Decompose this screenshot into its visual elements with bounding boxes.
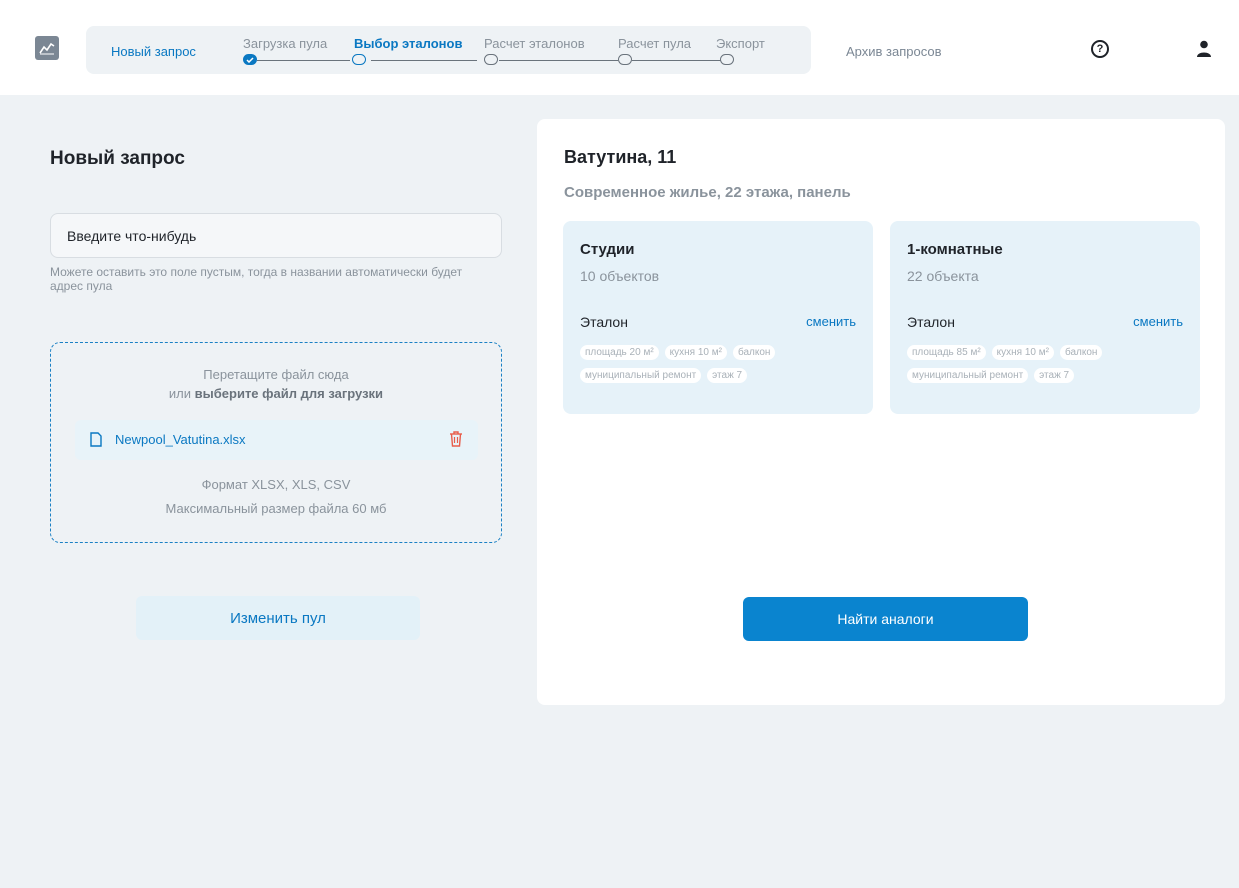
step-connector (632, 60, 725, 61)
pool-address: Ватутина, 11 (564, 147, 677, 167)
name-input-hint: Можете оставить это поле пустым, тогда в… (50, 265, 463, 293)
file-size-info: Максимальный размер файла 60 мб (165, 501, 387, 516)
app-header: Новый запрос Загрузка пула Выбор эталоно… (0, 0, 1239, 95)
tag-area: площадь 85 м² (907, 345, 986, 360)
etalon-label: Эталон (580, 314, 628, 330)
tag-floor: этаж 7 (1034, 368, 1075, 383)
dropzone-or-text: или (168, 386, 195, 401)
select-file-link[interactable]: выберите файл для загрузки (195, 386, 383, 401)
apartment-type-card: Студии 10 объектов Эталон сменить площад… (563, 221, 873, 414)
tag-renovation: муниципальный ремонт (580, 368, 702, 383)
dropzone-instruction: Перетащите файл сюда (203, 367, 349, 382)
step-label-pool-calculation[interactable]: Расчет пула (618, 36, 691, 51)
tag-balcony: балкон (732, 345, 776, 360)
step-connector (499, 60, 618, 61)
change-pool-button[interactable]: Изменить пул (136, 596, 420, 640)
trash-icon[interactable] (449, 430, 463, 448)
pool-summary-panel: Ватутина, 11 Современное жилье, 22 этажа… (537, 119, 1225, 705)
step-label-etalon-selection[interactable]: Выбор эталонов (354, 36, 462, 51)
step-connector (257, 60, 350, 61)
file-icon (90, 432, 102, 447)
card-object-count: 10 объектов (580, 268, 660, 284)
change-etalon-link[interactable]: сменить (806, 314, 856, 329)
tag-floor: этаж 7 (707, 368, 748, 383)
change-etalon-link[interactable]: сменить (1133, 314, 1183, 329)
tag-area: площадь 20 м² (580, 345, 659, 360)
etalon-tags: площадь 85 м² кухня 10 м² балкон муницип… (907, 345, 1197, 383)
help-icon[interactable]: ? (1091, 40, 1109, 58)
card-object-count: 22 объекта (907, 268, 979, 284)
step-pending-indicator (720, 54, 734, 65)
card-title: Студии (580, 241, 635, 258)
step-label-export[interactable]: Экспорт (716, 36, 765, 51)
tag-renovation: муниципальный ремонт (907, 368, 1029, 383)
file-dropzone[interactable]: Перетащите файл сюда или выберите файл д… (50, 342, 502, 543)
card-title: 1-комнатные (907, 241, 1003, 258)
new-request-link[interactable]: Новый запрос (111, 44, 196, 59)
archive-requests-link[interactable]: Архив запросов (846, 44, 942, 59)
step-pending-indicator (618, 54, 632, 65)
step-pending-indicator (484, 54, 498, 65)
user-icon[interactable] (1196, 40, 1212, 58)
step-connector (371, 60, 477, 61)
tag-balcony: балкон (1059, 345, 1103, 360)
pool-description: Современное жилье, 22 этажа, панель (564, 184, 851, 201)
uploaded-file-row: Newpool_Vatutina.xlsx (75, 420, 478, 460)
step-done-check-icon (243, 54, 257, 65)
apartment-type-card: 1-комнатные 22 объекта Эталон сменить пл… (890, 221, 1200, 414)
progress-stepper: Новый запрос Загрузка пула Выбор эталоно… (86, 26, 811, 74)
page-title: Новый запрос (50, 148, 185, 169)
find-analogs-button[interactable]: Найти аналоги (743, 597, 1028, 641)
request-name-input[interactable] (50, 213, 502, 258)
step-label-etalon-calculation[interactable]: Расчет эталонов (484, 36, 585, 51)
file-format-info: Формат XLSX, XLS, CSV (201, 477, 351, 492)
uploaded-file-name[interactable]: Newpool_Vatutina.xlsx (115, 432, 246, 447)
chart-logo-icon[interactable] (35, 36, 59, 60)
etalon-label: Эталон (907, 314, 955, 330)
tag-kitchen: кухня 10 м² (991, 345, 1054, 360)
dropzone-select-text: или выберите файл для загрузки (51, 386, 501, 401)
tag-kitchen: кухня 10 м² (664, 345, 727, 360)
etalon-tags: площадь 20 м² кухня 10 м² балкон муницип… (580, 345, 870, 383)
step-active-indicator (352, 54, 366, 65)
step-label-pool-upload[interactable]: Загрузка пула (243, 36, 327, 51)
